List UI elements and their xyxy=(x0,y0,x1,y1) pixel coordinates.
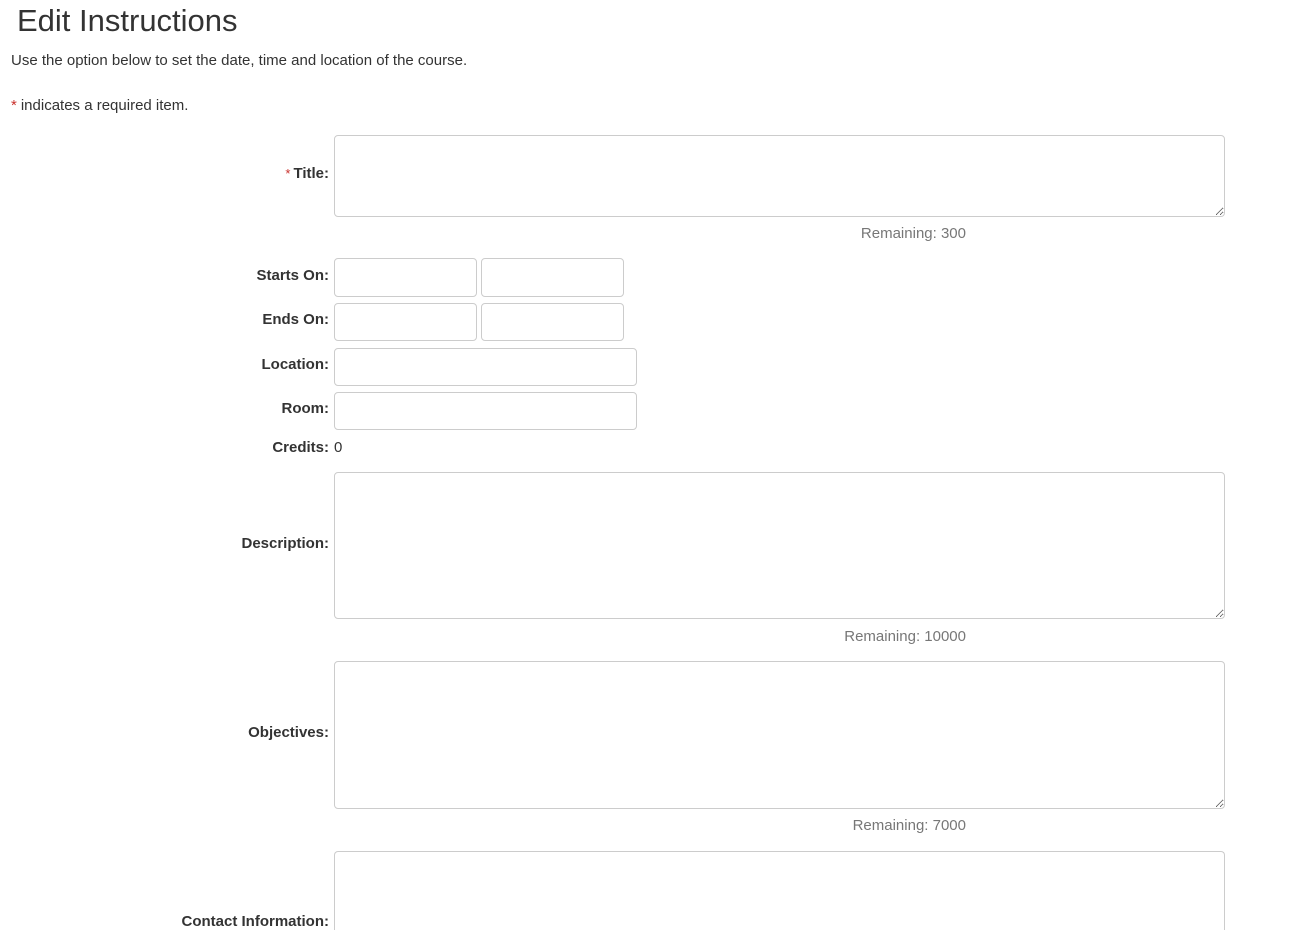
description-textarea[interactable] xyxy=(334,472,1225,619)
title-label-text: Title: xyxy=(293,165,329,182)
room-label: Room: xyxy=(281,400,330,417)
required-star-icon: * xyxy=(11,97,17,114)
title-label: * Title: xyxy=(285,164,329,184)
ends-on-date-input[interactable] xyxy=(334,303,477,341)
location-input[interactable] xyxy=(334,348,637,386)
title-remaining-counter: Remaining: 300 xyxy=(860,225,966,242)
starts-on-label: Starts On: xyxy=(256,267,329,284)
starts-on-date-input[interactable] xyxy=(334,258,477,297)
description-label: Description: xyxy=(241,535,329,552)
ends-on-label: Ends On: xyxy=(262,311,329,328)
starts-on-time-input[interactable] xyxy=(481,258,624,297)
ends-on-time-input[interactable] xyxy=(481,303,624,341)
title-textarea[interactable] xyxy=(334,135,1225,217)
credits-value: 0 xyxy=(334,439,343,456)
edit-instructions-page: Edit Instructions Use the option below t… xyxy=(0,0,1302,930)
objectives-label: Objectives: xyxy=(248,724,329,741)
contact-information-textarea[interactable] xyxy=(334,851,1225,930)
credits-label: Credits: xyxy=(272,439,329,456)
description-remaining-counter: Remaining: 10000 xyxy=(844,628,966,645)
objectives-textarea[interactable] xyxy=(334,661,1225,809)
required-note: * indicates a required item. xyxy=(11,96,188,116)
contact-information-label: Contact Information: xyxy=(181,913,330,930)
required-note-text: indicates a required item. xyxy=(20,97,189,114)
objectives-remaining-counter: Remaining: 7000 xyxy=(852,817,966,834)
location-label: Location: xyxy=(261,356,330,373)
intro-text: Use the option below to set the date, ti… xyxy=(11,52,468,69)
room-input[interactable] xyxy=(334,392,637,430)
page-title: Edit Instructions xyxy=(17,3,238,38)
title-required-star-icon: * xyxy=(285,166,291,181)
